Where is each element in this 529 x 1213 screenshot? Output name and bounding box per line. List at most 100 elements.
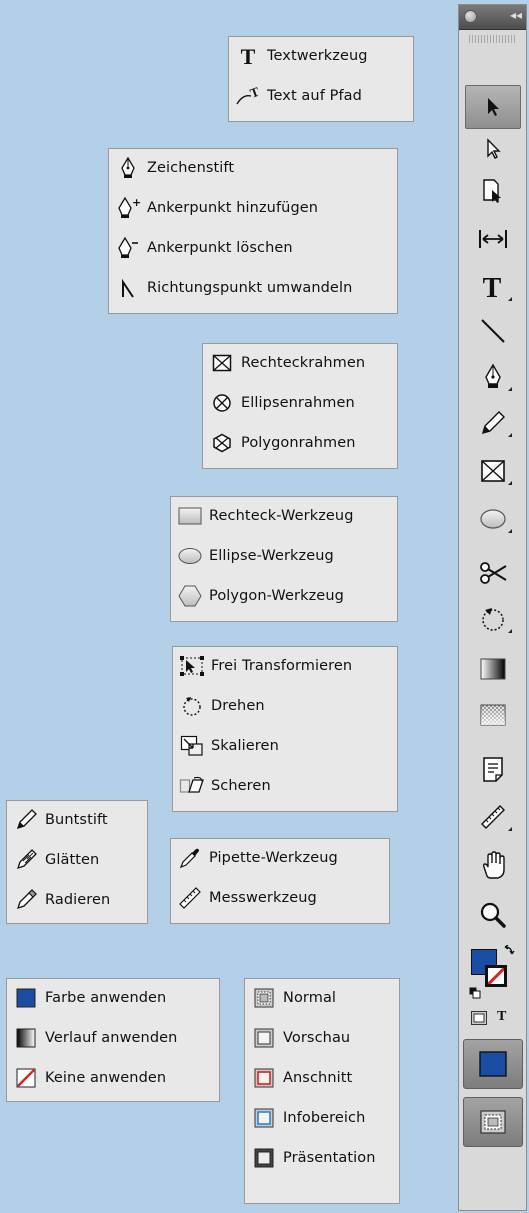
flyout-item-label: Frei Transformieren xyxy=(211,658,353,674)
flyout-indicator-icon xyxy=(508,387,512,391)
flyout-item-ellipse-frame[interactable]: Ellipsenrahmen xyxy=(209,390,355,416)
view-presentation-icon xyxy=(251,1146,277,1170)
flyout-item-label: Rechteckrahmen xyxy=(241,355,366,371)
view-bleed-icon xyxy=(251,1066,277,1090)
flyout-item-label: Skalieren xyxy=(211,738,279,754)
flyout-view: Normal Vorschau Anschnitt Infobereich Pr… xyxy=(244,978,400,1204)
apply-none-icon xyxy=(13,1066,39,1090)
eyedropper-tool-icon xyxy=(481,805,505,829)
flyout-indicator-icon xyxy=(508,297,512,301)
panel-titlebar[interactable]: ◂◂ xyxy=(459,5,526,30)
default-fill-stroke-icon[interactable] xyxy=(469,987,481,999)
rectangle-frame-tool[interactable] xyxy=(465,449,521,493)
flyout-item-ellipse[interactable]: Ellipse-Werkzeug xyxy=(177,543,334,569)
pencil-tool[interactable] xyxy=(465,401,521,445)
scissors-tool[interactable] xyxy=(465,551,521,595)
flyout-item-label: Vorschau xyxy=(283,1030,351,1046)
ellipse-frame-icon xyxy=(209,391,235,415)
flyout-indicator-icon xyxy=(508,629,512,633)
direct-selection-icon xyxy=(487,138,501,159)
flyout-apply: Farbe anwenden Verlauf anwenden Keine an… xyxy=(6,978,220,1102)
format-text-glyph[interactable]: T xyxy=(497,1009,506,1025)
measure-tool[interactable] xyxy=(465,795,521,839)
svg-text:T: T xyxy=(241,45,256,67)
flyout-shape: Rechteck-Werkzeug Ellipse-Werkzeug Polyg… xyxy=(170,496,398,622)
view-slug-icon xyxy=(251,1106,277,1130)
pen-tool[interactable] xyxy=(465,355,521,399)
apply-fill-button[interactable] xyxy=(463,1039,523,1089)
flyout-item-rectangle[interactable]: Rechteck-Werkzeug xyxy=(177,503,354,529)
panel-grip[interactable] xyxy=(469,35,515,43)
eyedropper-icon xyxy=(177,846,203,870)
flyout-item-label: Glätten xyxy=(45,852,100,868)
close-icon[interactable] xyxy=(464,10,477,23)
screen-mode-icon xyxy=(480,1110,506,1134)
flyout-item-smooth[interactable]: Glätten xyxy=(13,847,99,873)
flyout-item-add-anchor[interactable]: + Ankerpunkt hinzufügen xyxy=(115,195,318,221)
direct-selection-tool[interactable] xyxy=(465,127,521,171)
hand-tool[interactable] xyxy=(465,843,521,887)
flyout-item-type-on-path[interactable]: T Text auf Pfad xyxy=(235,83,362,109)
flyout-item-apply-gradient[interactable]: Verlauf anwenden xyxy=(13,1025,177,1051)
flyout-item-label: Ankerpunkt löschen xyxy=(147,240,293,256)
collapse-icon[interactable]: ◂◂ xyxy=(510,8,522,22)
flyout-item-type-tool[interactable]: T Textwerkzeug xyxy=(235,43,368,69)
format-container-icon[interactable] xyxy=(471,1011,487,1025)
flyout-item-label: Ankerpunkt hinzufügen xyxy=(147,200,319,216)
flyout-item-view-slug[interactable]: Infobereich xyxy=(251,1105,365,1131)
gradient-swatch-tool[interactable] xyxy=(465,647,521,691)
free-transform-tool[interactable] xyxy=(465,597,521,641)
measure-icon xyxy=(177,886,203,910)
flyout-item-convert-direction[interactable]: Richtungspunkt umwandeln xyxy=(115,275,352,301)
flyout-item-label: Polygonrahmen xyxy=(241,435,356,451)
format-toggle[interactable]: T xyxy=(469,1009,515,1027)
zoom-tool[interactable] xyxy=(465,893,521,937)
gradient-feather-tool[interactable] xyxy=(465,693,521,737)
flyout-item-erase[interactable]: Radieren xyxy=(13,887,110,913)
flyout-item-scale[interactable]: Skalieren xyxy=(179,733,279,759)
flyout-item-free-transform[interactable]: Frei Transformieren xyxy=(179,653,352,679)
flyout-item-rect-frame[interactable]: Rechteckrahmen xyxy=(209,350,365,376)
rectangle-icon xyxy=(177,504,203,528)
selection-tool[interactable] xyxy=(465,85,521,129)
flyout-item-pen[interactable]: Zeichenstift xyxy=(115,155,234,181)
flyout-item-pencil[interactable]: Buntstift xyxy=(13,807,108,833)
svg-text:+: + xyxy=(132,196,141,209)
flyout-item-label: Messwerkzeug xyxy=(209,890,317,906)
flyout-item-label: Normal xyxy=(283,990,337,1006)
flyout-item-polygon-frame[interactable]: Polygonrahmen xyxy=(209,430,356,456)
flyout-item-measure[interactable]: Messwerkzeug xyxy=(177,885,317,911)
page-tool[interactable] xyxy=(465,169,521,213)
flyout-item-view-presentation[interactable]: Präsentation xyxy=(251,1145,376,1171)
smooth-icon xyxy=(13,848,39,872)
hand-icon xyxy=(482,851,505,879)
flyout-item-view-preview[interactable]: Vorschau xyxy=(251,1025,350,1051)
flyout-transform: Frei Transformieren Drehen Skalieren Sch… xyxy=(172,646,398,812)
flyout-item-eyedropper[interactable]: Pipette-Werkzeug xyxy=(177,845,338,871)
flyout-item-polygon[interactable]: Polygon-Werkzeug xyxy=(177,583,344,609)
flyout-item-view-bleed[interactable]: Anschnitt xyxy=(251,1065,352,1091)
line-tool[interactable] xyxy=(465,309,521,353)
gap-tool[interactable] xyxy=(465,217,521,261)
flyout-item-label: Polygon-Werkzeug xyxy=(209,588,344,604)
swap-fill-stroke-icon[interactable] xyxy=(503,945,515,957)
pen-icon xyxy=(115,156,141,180)
type-tool[interactable]: T xyxy=(465,265,521,309)
scissors-icon xyxy=(480,562,507,584)
flyout-item-view-normal[interactable]: Normal xyxy=(251,985,336,1011)
type-tool-icon: T xyxy=(483,273,502,301)
screen-mode-button[interactable] xyxy=(463,1097,523,1147)
stroke-swatch[interactable] xyxy=(485,965,507,987)
fill-stroke-control[interactable] xyxy=(467,945,519,1003)
flyout-item-shear[interactable]: Scheren xyxy=(179,773,271,799)
flyout-item-apply-none[interactable]: Keine anwenden xyxy=(13,1065,166,1091)
flyout-item-label: Anschnitt xyxy=(283,1070,353,1086)
flyout-item-rotate[interactable]: Drehen xyxy=(179,693,265,719)
flyout-item-apply-color[interactable]: Farbe anwenden xyxy=(13,985,166,1011)
flyout-pen: Zeichenstift + Ankerpunkt hinzufügen Ank… xyxy=(108,148,398,314)
note-tool[interactable] xyxy=(465,747,521,791)
apply-color-icon xyxy=(13,986,39,1010)
flyout-pencil: Buntstift Glätten Radieren xyxy=(6,800,148,924)
ellipse-tool[interactable] xyxy=(465,497,521,541)
flyout-item-delete-anchor[interactable]: Ankerpunkt löschen xyxy=(115,235,293,261)
